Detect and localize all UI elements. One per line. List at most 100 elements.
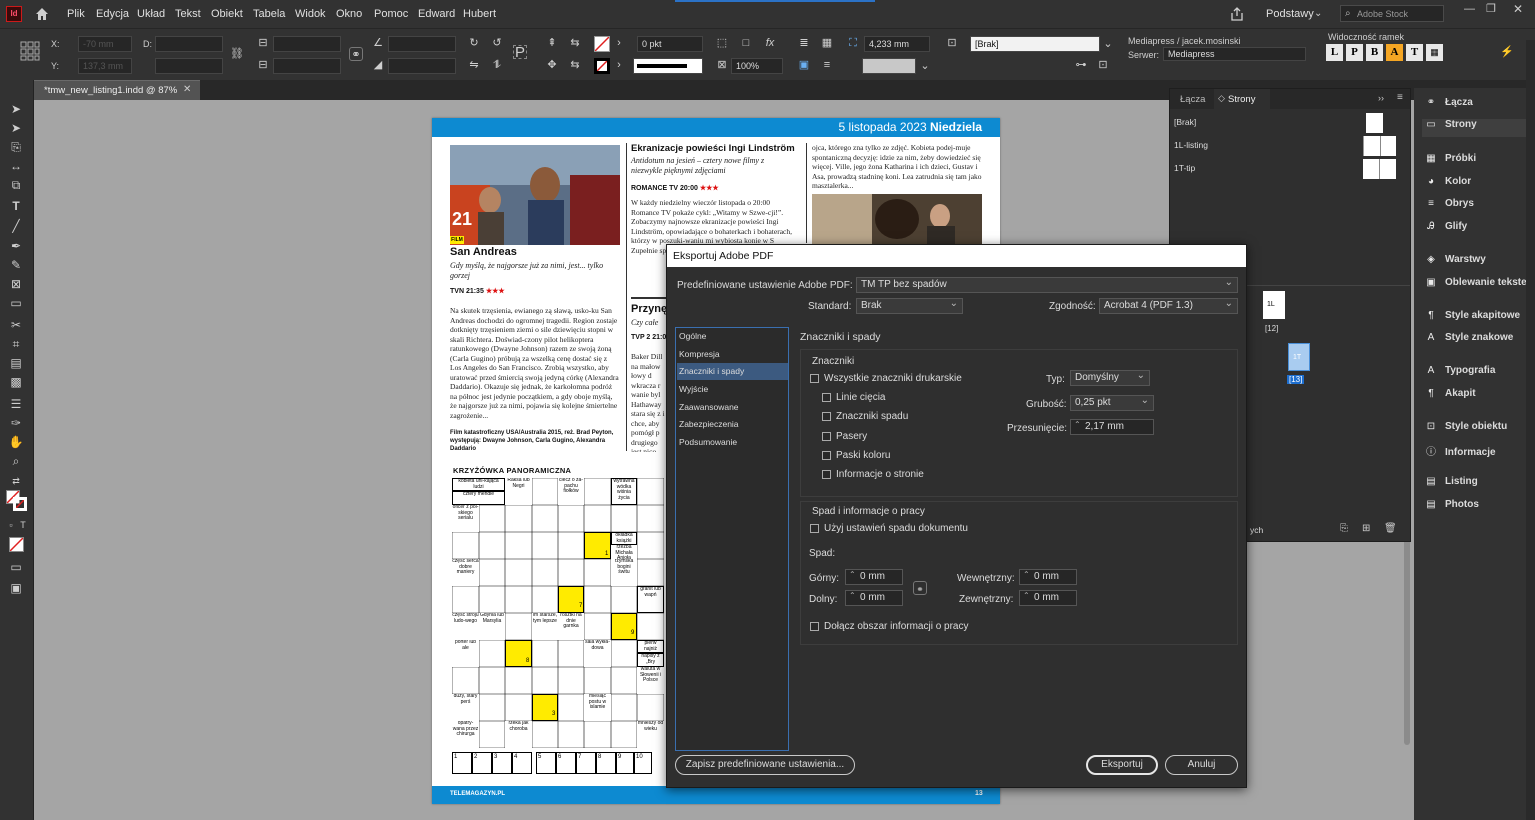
bottom-field[interactable]: 0 mm (845, 589, 903, 606)
lightning-icon[interactable]: ⚡ (1500, 45, 1514, 59)
page-tool-icon[interactable]: ⎘ (8, 140, 24, 154)
dock-stroke[interactable]: ≡ Obrys (1422, 198, 1535, 216)
type-select[interactable]: Domyślny (1070, 369, 1150, 386)
dock-pages[interactable]: ▭ Strony (1422, 119, 1535, 137)
slug-checkbox[interactable] (810, 622, 819, 631)
gap-tool-icon[interactable]: ↔ (8, 159, 24, 173)
menu-tabela[interactable]: Tabela (253, 8, 285, 20)
formatting-text-icon[interactable]: T (15, 518, 31, 532)
master-1l-listing[interactable]: 1L-listing (1170, 136, 1410, 156)
frame-fit-icon[interactable]: ⬚ (715, 36, 729, 50)
fill-stroke-proxy[interactable] (6, 490, 28, 512)
flip-h-icon[interactable]: ⇋ (467, 58, 481, 72)
registration-marks-checkbox[interactable] (822, 432, 831, 441)
offset-field[interactable]: 2,17 mm (1070, 418, 1154, 435)
stroke-arrow-icon[interactable]: › (612, 58, 626, 72)
menu-obiekt[interactable]: Obiekt (211, 8, 243, 20)
select-next-icon[interactable]: ⇆ (568, 58, 582, 72)
new-page-icon[interactable]: ⊞ (1362, 523, 1370, 534)
menu-tekst[interactable]: Tekst (175, 8, 201, 20)
dock-links[interactable]: ⚭ Łącza (1422, 97, 1535, 115)
dock-scrollbar[interactable] (1526, 40, 1535, 820)
bleed-marks-checkbox[interactable] (822, 412, 831, 421)
width-mm-field[interactable]: 4,233 mm (864, 36, 930, 52)
scale-x-field[interactable] (273, 36, 341, 52)
outside-field[interactable]: 0 mm (1019, 589, 1077, 606)
opacity-icon[interactable]: ⊠ (715, 58, 729, 72)
master-none[interactable]: [Brak] (1170, 113, 1410, 133)
server-select[interactable]: Mediapress (1163, 47, 1306, 61)
rotate-cw-icon[interactable]: ↻ (467, 36, 481, 50)
dock-character-styles[interactable]: A Style znakowe (1422, 332, 1535, 350)
standard-select[interactable]: Brak (856, 297, 963, 314)
menu-pomoc[interactable]: Pomoc (374, 8, 408, 20)
panel-collapse-icon[interactable]: ›› (1378, 93, 1384, 103)
document-tab[interactable]: *tmw_new_listing1.indd @ 87% ✕ (34, 80, 200, 100)
dock-swatches[interactable]: ▦ Próbki (1422, 153, 1535, 171)
text-wrap-2-icon[interactable]: ≡ (820, 58, 834, 72)
y-field[interactable]: 137,3 mm (78, 58, 132, 74)
dock-info[interactable]: ⓘ Informacje (1422, 443, 1535, 461)
menu-edycja[interactable]: Edycja (96, 8, 129, 20)
save-preset-button[interactable]: Zapisz predefiniowane ustawienia... (675, 755, 855, 775)
screen-mode-icon[interactable]: ▣ (8, 581, 24, 595)
rectangle-tool-icon[interactable]: ▭ (8, 296, 24, 310)
menu-hubert[interactable]: Hubert (463, 8, 496, 20)
pencil-tool-icon[interactable]: ✎ (8, 258, 24, 272)
reference-point-icon[interactable] (20, 41, 40, 61)
direct-selection-tool-icon[interactable]: ➤ (8, 121, 24, 135)
gradient-tool-icon[interactable]: ▤ (8, 356, 24, 370)
scissors-tool-icon[interactable]: ✂ (8, 318, 24, 332)
close-icon[interactable]: ✕ (1513, 2, 1523, 16)
master-1t-tip[interactable]: 1T-tip (1170, 159, 1410, 179)
hand-tool-icon[interactable]: ✋ (8, 435, 24, 449)
use-doc-bleed-checkbox[interactable] (810, 524, 819, 533)
menu-okno[interactable]: Okno (336, 8, 362, 20)
flip-v-icon[interactable]: ⥮ (490, 58, 504, 72)
page-info-checkbox[interactable] (822, 470, 831, 479)
dock-paragraph[interactable]: ¶ Akapit (1422, 388, 1535, 406)
compat-select[interactable]: Acrobat 4 (PDF 1.3) (1099, 297, 1238, 314)
swatch-chevron-icon[interactable]: ⌄ (918, 59, 932, 73)
vertical-scrollbar[interactable] (1402, 520, 1412, 820)
object-style-field[interactable]: [Brak] (970, 36, 1100, 52)
cancel-button[interactable]: Anuluj (1165, 755, 1238, 775)
constrain-icon[interactable]: ⛓ (230, 47, 244, 61)
preset-select[interactable]: TM TP bez spadów (856, 276, 1238, 293)
gradient-feather-tool-icon[interactable]: ▩ (8, 375, 24, 389)
delete-page-icon[interactable]: 🗑 (1384, 523, 1397, 534)
workspace-chevron-icon[interactable]: ⌄ (1314, 8, 1322, 19)
category-general[interactable]: Ogólne (677, 328, 788, 345)
note-tool-icon[interactable]: ☰ (8, 397, 24, 411)
category-compression[interactable]: Kompresja (677, 346, 788, 363)
page-13-thumb[interactable]: 1T (1288, 343, 1310, 371)
dock-text-wrap[interactable]: ▣ Oblewanie tekstem (1422, 277, 1535, 295)
tab-links[interactable]: Łącza (1180, 94, 1205, 105)
color-bars-checkbox[interactable] (822, 451, 831, 460)
text-wrap-icon[interactable]: ▣ (797, 58, 811, 72)
select-prev-icon[interactable]: ⇆ (568, 36, 582, 50)
selection-tool-icon[interactable]: ➤ (8, 102, 24, 116)
category-summary[interactable]: Podsumowanie (677, 434, 788, 451)
style-options-icon[interactable]: ⊡ (1096, 58, 1110, 72)
scale-y-field[interactable] (273, 58, 341, 74)
align-left-icon[interactable]: ≣ (797, 36, 811, 50)
rotate-icon[interactable]: ∠ (371, 36, 385, 50)
menu-plik[interactable]: Plik (67, 8, 85, 20)
x-field[interactable]: -70 mm (78, 36, 132, 52)
category-output[interactable]: Wyjście (677, 381, 788, 398)
frame-btn-b[interactable]: B (1366, 44, 1383, 61)
frame-btn-l[interactable]: L (1326, 44, 1343, 61)
object-style-icon[interactable]: ⊡ (945, 36, 959, 50)
view-mode-icon[interactable]: ▭ (8, 560, 24, 574)
eyedropper-tool-icon[interactable]: ✑ (8, 416, 24, 430)
select-content-icon[interactable]: ✥ (545, 58, 559, 72)
zoom-field[interactable]: 100% (731, 58, 783, 74)
dock-object-styles[interactable]: ⊡ Style obiektu (1422, 421, 1535, 439)
clear-overrides-icon[interactable]: ⊶ (1074, 58, 1088, 72)
page-12-thumb[interactable]: 1L (1263, 291, 1285, 319)
width-field[interactable] (155, 36, 223, 52)
dock-listing[interactable]: ▤ Listing (1422, 476, 1535, 494)
frame-btn-image[interactable]: ▦ (1426, 44, 1443, 61)
select-container-icon[interactable]: ⇞ (545, 36, 559, 50)
